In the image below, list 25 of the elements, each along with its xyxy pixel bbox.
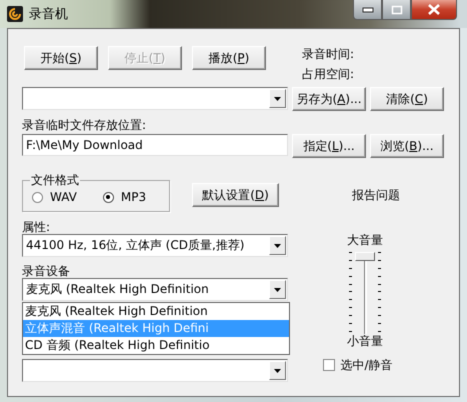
default-settings-button[interactable]: 默认设置(D) bbox=[192, 183, 279, 207]
properties-dropdown[interactable]: 44100 Hz, 16位, 立体声 (CD质量,推荐) bbox=[22, 234, 288, 257]
device-option[interactable]: 麦克风 (Realtek High Definition bbox=[23, 303, 289, 320]
max-volume-label: 大音量 bbox=[347, 233, 383, 247]
mute-checkbox[interactable]: 选中/静音 bbox=[323, 358, 393, 372]
field-label: 录音临时文件存放位置: bbox=[22, 118, 148, 132]
report-link[interactable]: 报告问题 bbox=[352, 188, 400, 202]
radio-label: WAV bbox=[50, 190, 77, 204]
field-label: 属性: bbox=[22, 220, 52, 234]
file-button[interactable]: 清除(C) bbox=[370, 87, 444, 111]
device-dropdown[interactable]: 麦克风 (Realtek High Definition bbox=[22, 278, 288, 301]
status-label: 录音时间: bbox=[302, 46, 354, 63]
transport-button[interactable]: 开始(S) bbox=[24, 46, 98, 70]
field-label: 录音设备 bbox=[22, 264, 71, 278]
min-volume-label: 小音量 bbox=[347, 334, 383, 348]
group-title: 文件格式 bbox=[30, 173, 80, 187]
path-button[interactable]: 浏览(B)... bbox=[370, 134, 444, 158]
device-option[interactable]: CD 音频 (Realtek High Definitio bbox=[23, 337, 289, 354]
path-button[interactable]: 指定(L)... bbox=[292, 134, 366, 158]
radio-label: MP3 bbox=[120, 190, 146, 204]
window-title: 录音机 bbox=[29, 6, 68, 23]
path-field[interactable]: F:\Me\My Download bbox=[22, 134, 288, 156]
status-label: 占用空间: bbox=[302, 66, 354, 83]
file-button[interactable]: 另存为(A)... bbox=[292, 87, 366, 111]
transport-button[interactable]: 播放(P) bbox=[192, 46, 266, 70]
